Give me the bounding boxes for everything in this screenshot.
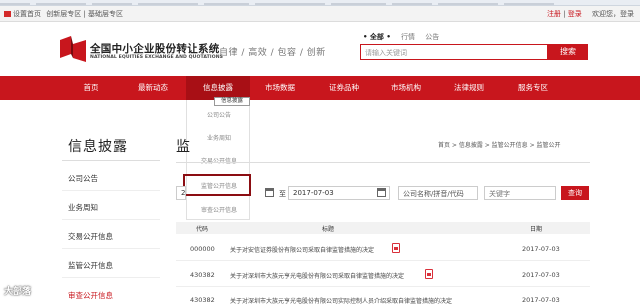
table-header (176, 222, 590, 234)
table-row-title[interactable]: 关于对深圳市大族元亨光电股份有限公司采取自律监管措施的决定 (230, 271, 404, 280)
divider (62, 277, 160, 278)
nav-services[interactable]: 服务专区 (502, 76, 564, 100)
search-input[interactable]: 请输入关键词 (360, 44, 548, 60)
sidebar-title: 信息披露 (68, 139, 128, 155)
disclosure-dropdown: 信息披露 公司公告 业务周知 交易公开信息 监管公开信息 审查公开信息 (186, 97, 251, 220)
table-row-code: 430382 (190, 296, 215, 304)
sidebar-item-regulatory-info[interactable]: 监管公开信息 (68, 260, 113, 271)
neeq-logo-icon (60, 36, 86, 62)
page-title: 监 (176, 139, 190, 155)
slogan: 自律 / 高效 / 包容 / 创新 (219, 48, 326, 58)
table-row-code: 430382 (190, 271, 215, 279)
scope-notice[interactable]: 公告 (425, 33, 439, 41)
sidebar-item-trading-info[interactable]: 交易公开信息 (68, 231, 113, 242)
divider (176, 286, 590, 287)
end-date-input[interactable]: 2017-07-03 (288, 186, 390, 200)
nav-market-data[interactable]: 市场数据 (250, 76, 310, 100)
column-header-title: 标题 (322, 226, 335, 233)
company-search-input[interactable]: 公司名称/拼音/代码 (398, 186, 478, 200)
scope-all[interactable]: • 全部 • (363, 33, 391, 41)
breadcrumb: 首页 > 信息披露 > 监管公开信息 > 监管公开 (438, 142, 561, 149)
sidebar-item-review-info[interactable]: 审查公开信息 (68, 290, 113, 301)
nav-rules[interactable]: 法律规则 (438, 76, 500, 100)
divider (62, 248, 160, 249)
table-row-date: 2017-07-03 (522, 296, 560, 304)
column-header-date: 日期 (530, 226, 543, 233)
welcome-text: 欢迎您，登录 (592, 10, 634, 18)
search-button[interactable]: 搜索 (548, 44, 588, 60)
sidebar-item-company-notice[interactable]: 公司公告 (68, 173, 98, 184)
zone-links[interactable]: 创新层专区 | 基础层专区 (46, 10, 123, 18)
scope-quotes[interactable]: 行情 (401, 33, 415, 41)
site-name-cn: 全国中小企业股份转让系统 (90, 43, 220, 55)
divider (62, 219, 160, 220)
site-name-en: NATIONAL EQUITIES EXCHANGE AND QUOTATION… (90, 55, 224, 60)
nav-institutions[interactable]: 市场机构 (376, 76, 436, 100)
dropdown-caption: 信息披露 (214, 97, 250, 106)
dropdown-item-trading-info[interactable]: 交易公开信息 (187, 156, 251, 165)
calendar-icon[interactable] (265, 188, 274, 197)
top-utility-bar: 设置首页 创新层专区 | 基础层专区 注册 | 登录 欢迎您，登录 (0, 6, 640, 22)
divider (62, 160, 160, 161)
nav-home[interactable]: 首页 (62, 76, 120, 100)
start-date-input[interactable]: 2 (176, 186, 186, 200)
dropdown-item-company-notice[interactable]: 公司公告 (187, 110, 251, 119)
register-link[interactable]: 注册 (547, 10, 561, 18)
table-row-code: 000000 (190, 245, 215, 253)
home-icon (4, 11, 11, 17)
divider (62, 190, 160, 191)
divider (176, 162, 590, 163)
query-button[interactable]: 查询 (561, 186, 589, 200)
divider (176, 260, 590, 261)
table-row-date: 2017-07-03 (522, 271, 560, 279)
table-row-title[interactable]: 关于对深圳市大族元亨光电股份有限公司实际控制人员介绍采取自律监管措施的决定 (230, 296, 452, 305)
table-row-title[interactable]: 关于对安信证券股份有限公司采取自律监管措施的决定 (230, 245, 374, 254)
dropdown-item-business-notice[interactable]: 业务周知 (187, 133, 251, 142)
date-range-separator: 至 (279, 190, 286, 198)
dropdown-item-review-info[interactable]: 审查公开信息 (187, 205, 251, 214)
keyword-input[interactable]: 关键字 (484, 186, 556, 200)
column-header-code: 代码 (196, 226, 209, 233)
highlight-annotation (183, 174, 251, 196)
search-scope: • 全部 • 行情 公告 (363, 32, 447, 42)
login-link[interactable]: 登录 (568, 10, 582, 18)
calendar-icon[interactable] (377, 188, 386, 197)
pdf-icon[interactable] (425, 269, 433, 279)
nav-securities[interactable]: 证券品种 (314, 76, 374, 100)
watermark: 大部落 (4, 287, 32, 297)
nav-news[interactable]: 最新动态 (122, 76, 184, 100)
account-links: 注册 | 登录 欢迎您，登录 (547, 9, 634, 19)
pdf-icon[interactable] (392, 243, 400, 253)
table-row-date: 2017-07-03 (522, 245, 560, 253)
main-nav: 首页 最新动态 信息披露 市场数据 证券品种 市场机构 法律规则 服务专区 (0, 76, 640, 100)
home-link[interactable]: 设置首页 创新层专区 | 基础层专区 (4, 9, 123, 19)
sidebar-item-business-notice[interactable]: 业务周知 (68, 202, 98, 213)
